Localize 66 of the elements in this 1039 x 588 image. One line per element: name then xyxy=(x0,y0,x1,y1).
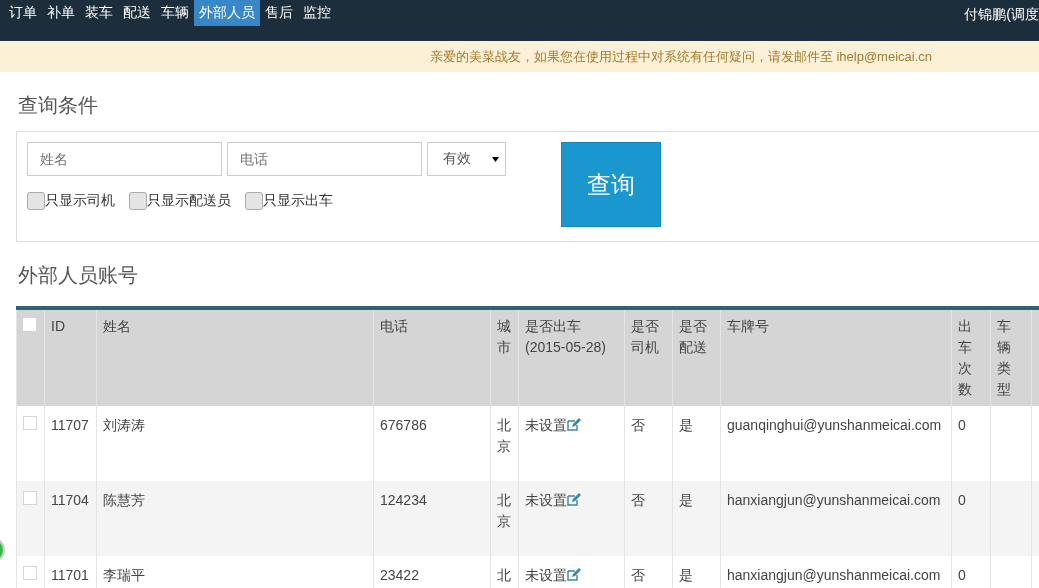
edit-icon[interactable] xyxy=(567,418,581,431)
table-cell: 23422 xyxy=(380,567,419,583)
edit-icon[interactable] xyxy=(567,493,581,506)
table-cell: hanxiangjun@yunshanmeicai.com xyxy=(727,567,941,583)
table-cell: 是 xyxy=(679,567,693,583)
notice-text: 亲爱的美菜战友，如果您在使用过程中对系统有任何疑问，请发邮件至 ihelp@meicai.cn xyxy=(429,47,932,66)
column-header: 电话 xyxy=(380,318,408,334)
table-cell: hanxiangjun@yunshanmeicai.com xyxy=(727,492,941,508)
checkbox-label: 只显示司机 xyxy=(45,192,115,210)
row-checkbox[interactable] xyxy=(23,416,37,430)
row-checkbox[interactable] xyxy=(23,566,37,580)
column-header: 是否司机 xyxy=(631,318,659,355)
column-header: 出车次数 xyxy=(958,317,972,399)
nav-tab[interactable]: 补单 xyxy=(42,0,80,26)
nav-tab[interactable]: 车辆 xyxy=(156,0,194,26)
table-cell: guanqinghui@yunshanmeicai.com xyxy=(727,417,942,433)
user-name[interactable]: 付锦鹏(调度 xyxy=(964,6,1039,24)
table-cell: 李瑞平 xyxy=(103,567,145,583)
checkbox-label: 只显示出车 xyxy=(263,192,333,210)
table-cell-text: 北京 xyxy=(497,491,511,531)
table-cell: 0 xyxy=(958,417,966,433)
table-cell: 11704 xyxy=(51,492,89,508)
table-cell: 是 xyxy=(679,492,693,508)
column-header: 车辆类型 xyxy=(997,317,1011,399)
nav-tab[interactable]: 装车 xyxy=(80,0,118,26)
caret-icon xyxy=(492,156,499,162)
table-cell: 0 xyxy=(958,567,966,583)
table-cell: 11701 xyxy=(51,567,89,583)
table-cell: 否 xyxy=(631,417,645,433)
column-header: 是否出车 (2015-05-28) xyxy=(525,318,606,355)
table-cell: 陈慧芳 xyxy=(103,492,145,508)
table-cell: 是 xyxy=(679,417,693,433)
column-header: 姓名 xyxy=(103,318,131,334)
nav-tab[interactable]: 配送 xyxy=(118,0,156,26)
name-field[interactable]: 姓名 xyxy=(27,142,222,176)
nav-tab[interactable]: 售后 xyxy=(260,0,298,26)
table-cell: 未设置 xyxy=(525,417,567,433)
table-cell: 未设置 xyxy=(525,492,567,508)
table-cell-text: 北 xyxy=(497,566,511,585)
column-header: ID xyxy=(51,318,65,334)
nav-tab[interactable]: 监控 xyxy=(298,0,336,26)
edit-icon[interactable] xyxy=(567,568,581,581)
table-cell: 否 xyxy=(631,567,645,583)
column-header: 车牌号 xyxy=(727,318,769,334)
table-cell-text: 北京 xyxy=(497,416,511,456)
table-cell: 未设置 xyxy=(525,567,567,583)
column-header: 城市 xyxy=(497,317,511,357)
section-title: 外部人员账号 xyxy=(17,263,139,288)
table-cell: 否 xyxy=(631,492,645,508)
select-all-checkbox[interactable] xyxy=(23,318,36,331)
checkbox[interactable] xyxy=(27,192,45,210)
nav-tab[interactable]: 外部人员 xyxy=(194,0,260,26)
status-dropdown[interactable]: 有效 xyxy=(427,142,506,176)
table-cell: 676786 xyxy=(380,417,427,433)
nav-tab[interactable]: 订单 xyxy=(4,0,42,26)
table-cell: 刘涛涛 xyxy=(103,417,145,433)
table-cell: 0 xyxy=(958,492,966,508)
checkbox[interactable] xyxy=(245,192,263,210)
table-cell: 11707 xyxy=(51,417,89,433)
table-cell: 124234 xyxy=(380,492,427,508)
checkbox[interactable] xyxy=(129,192,147,210)
checkbox-label: 只显示配送员 xyxy=(147,192,231,210)
phone-field[interactable]: 电话 xyxy=(227,142,422,176)
section-title: 查询条件 xyxy=(17,93,99,118)
row-checkbox[interactable] xyxy=(23,491,37,505)
column-header: 是否配送 xyxy=(679,318,707,355)
